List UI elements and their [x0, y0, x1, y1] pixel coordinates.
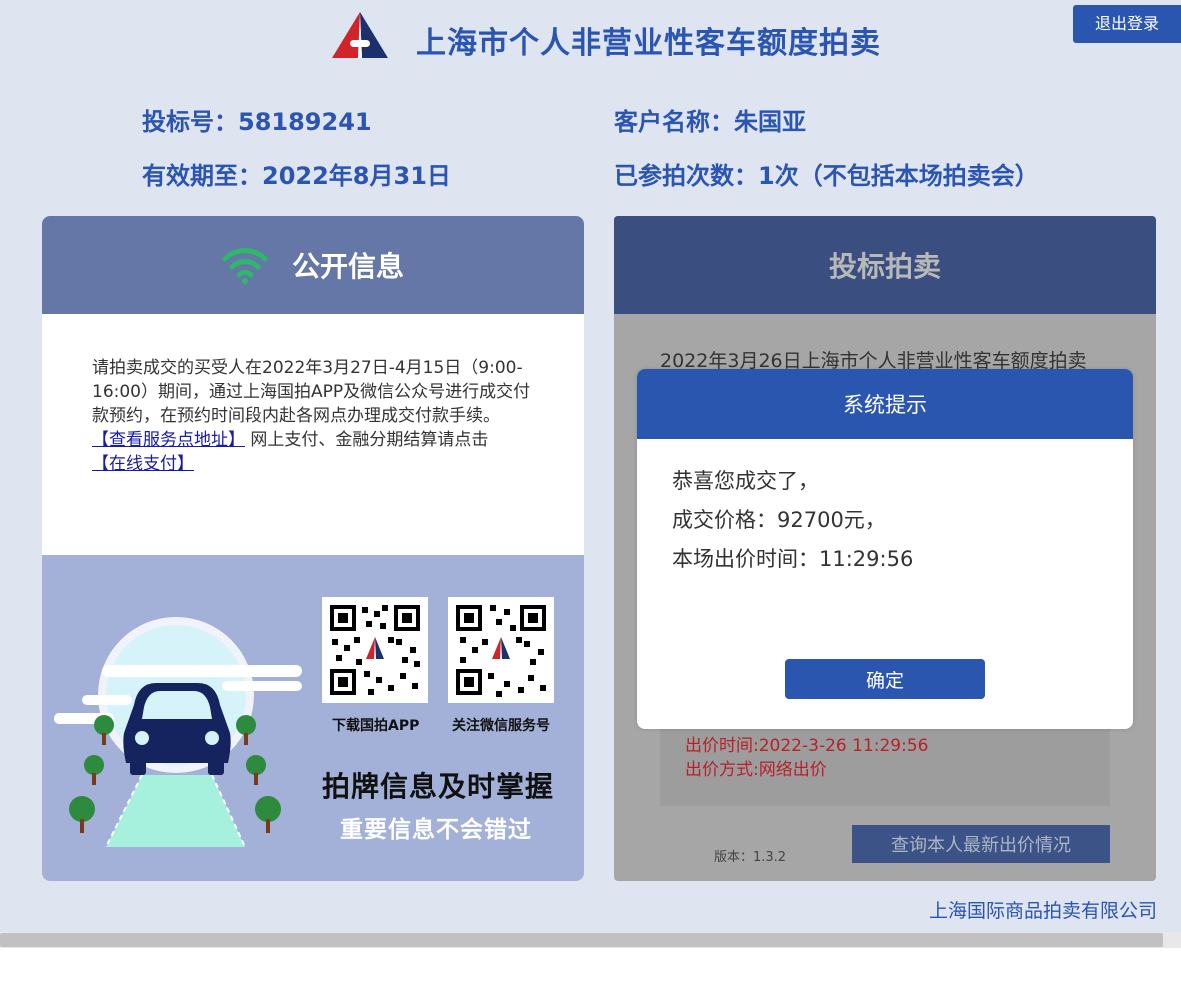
logout-button[interactable]: 退出登录	[1073, 5, 1181, 43]
app-title: 上海市个人非营业性客车额度拍卖	[416, 26, 881, 61]
company-name: 上海国际商品拍卖有限公司	[928, 900, 1157, 922]
notice-text: 请拍卖成交的买受人在2022年3月27日-4月15日（9:00-16:00）期间…	[92, 358, 531, 426]
bidding-header: 投标拍卖	[614, 216, 1156, 314]
service-address-link[interactable]: 【查看服务点地址】	[92, 430, 245, 450]
bid-method: 出价方式:网络出价	[685, 760, 827, 780]
scrollbar-thumb[interactable]	[0, 933, 1163, 947]
wechat-qr-caption: 关注微信服务号	[452, 718, 550, 734]
participation-count: 已参拍次数：1次（不包括本场拍卖会）	[614, 156, 1039, 191]
confirm-button[interactable]: 确定	[785, 659, 985, 699]
valid-until-value: 2022年8月31日	[262, 162, 451, 190]
participation-value: 1次（不包括本场拍卖会）	[758, 162, 1039, 190]
bid-time: 出价时间:2022-3-26 11:29:56	[685, 736, 929, 756]
customer-name-label: 客户名称：	[614, 108, 734, 136]
qr-code-icon	[330, 605, 420, 695]
online-pay-text: 网上支付、金融分期结算请点击	[245, 430, 489, 450]
horizontal-scrollbar[interactable]	[0, 932, 1181, 948]
bid-number-label: 投标号：	[142, 108, 238, 136]
version-label: 版本：1.3.2	[714, 850, 787, 865]
bidding-title: 投标拍卖	[828, 250, 941, 283]
app-qr-caption: 下载国拍APP	[332, 718, 420, 734]
bid-number-value: 58189241	[238, 108, 372, 136]
payment-notice: 请拍卖成交的买受人在2022年3月27日-4月15日（9:00-16:00）期间…	[92, 356, 532, 476]
dialog-title: 系统提示	[637, 369, 1133, 439]
dialog-line-price: 成交价格：92700元，	[672, 508, 886, 532]
public-info-header: 公开信息	[42, 216, 584, 314]
online-pay-link[interactable]: 【在线支付】	[92, 454, 194, 474]
valid-until: 有效期至：2022年8月31日	[142, 156, 451, 191]
wifi-icon	[222, 248, 268, 284]
promo-banner: 下载国拍APP 关注微信服务号 拍牌信息及时掌握 重要信息不会错过	[42, 555, 584, 881]
customer-name-value: 朱国亚	[734, 108, 806, 136]
car-illustration	[54, 617, 302, 848]
promo-title: 拍牌信息及时掌握	[322, 770, 555, 803]
system-alert-dialog: 系统提示 恭喜您成交了， 成交价格：92700元， 本场出价时间：11:29:5…	[637, 369, 1133, 729]
dialog-line-time: 本场出价时间：11:29:56	[672, 547, 914, 571]
customer-name: 客户名称：朱国亚	[614, 102, 806, 137]
public-info-panel: 公开信息 请拍卖成交的买受人在2022年3月27日-4月15日（9:00-16:…	[42, 216, 584, 881]
wechat-qr-code	[448, 597, 554, 703]
app-qr-code	[322, 597, 428, 703]
participation-label: 已参拍次数：	[614, 162, 758, 190]
qr-code-icon	[456, 605, 546, 697]
query-latest-bid-button[interactable]: 查询本人最新出价情况	[852, 825, 1110, 863]
promo-subtitle: 重要信息不会错过	[340, 817, 532, 843]
dialog-message: 恭喜您成交了， 成交价格：92700元， 本场出价时间：11:29:56	[672, 462, 913, 579]
auction-logo-icon	[332, 12, 388, 58]
dialog-line-congrats: 恭喜您成交了，	[672, 469, 819, 493]
bid-number: 投标号：58189241	[142, 102, 372, 137]
valid-until-label: 有效期至：	[142, 162, 262, 190]
public-info-title: 公开信息	[291, 250, 404, 283]
